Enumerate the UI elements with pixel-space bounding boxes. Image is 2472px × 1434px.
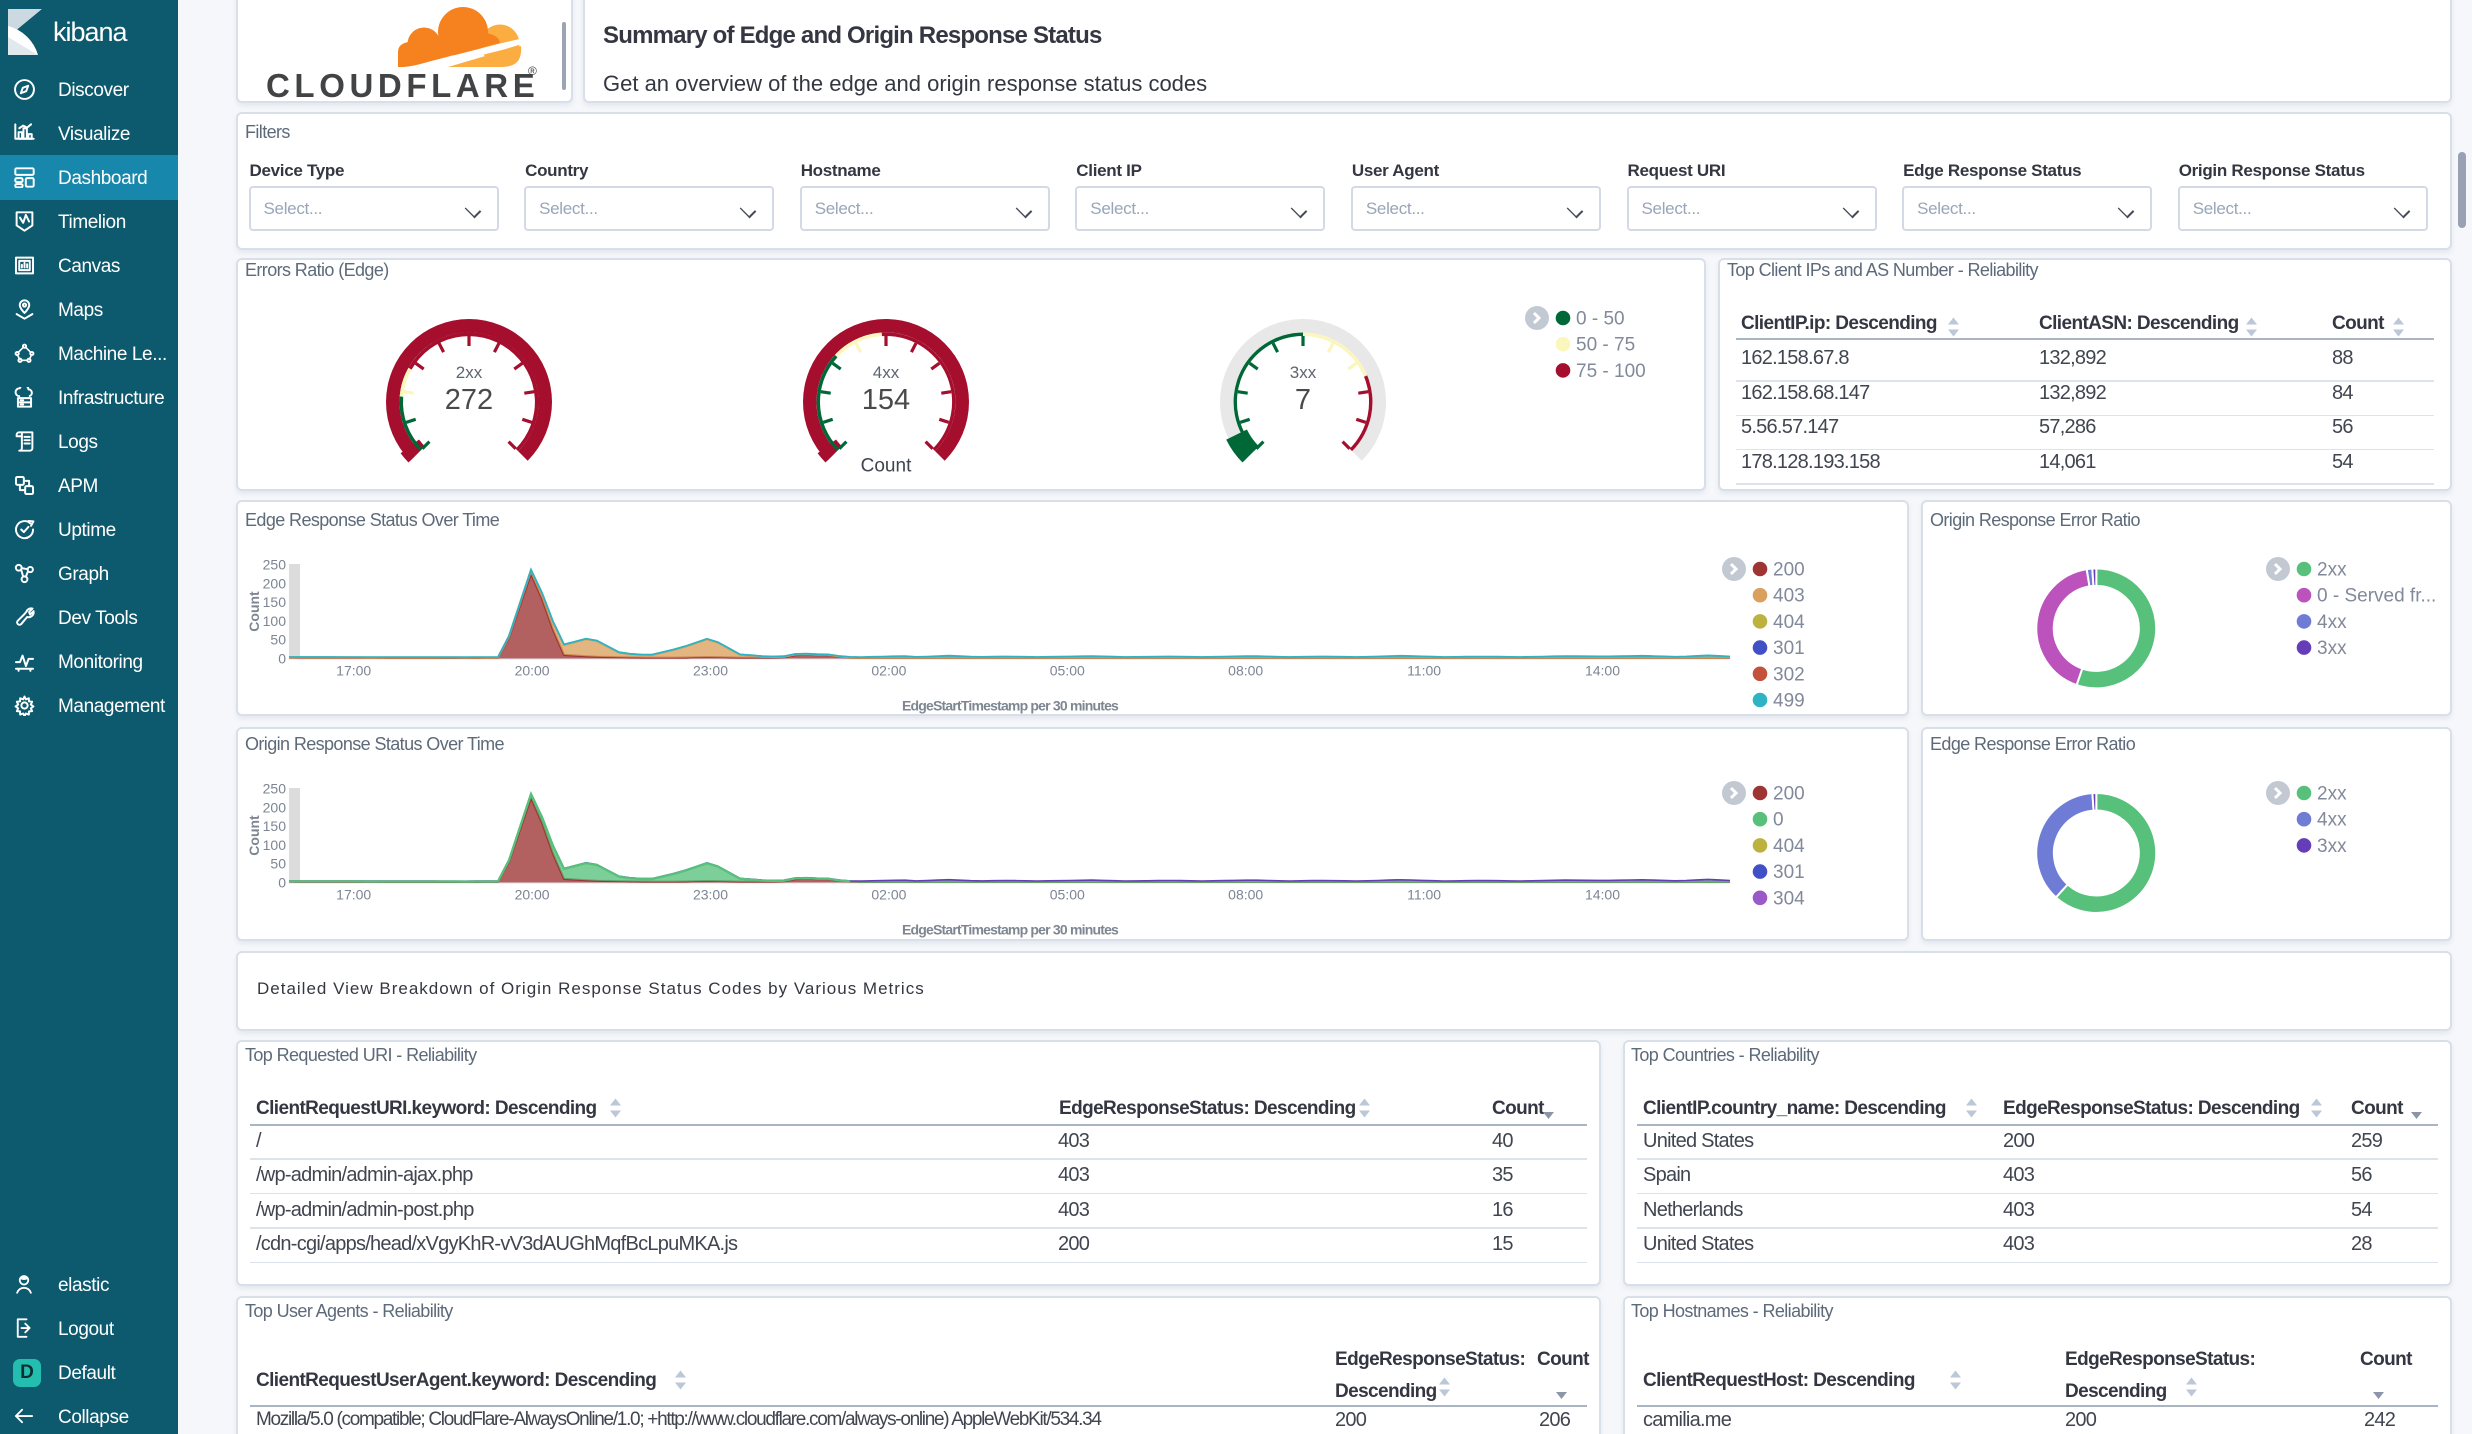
svg-text:14:00: 14:00 — [1585, 663, 1620, 679]
svg-text:302: 302 — [1773, 664, 1805, 685]
svg-text:17:00: 17:00 — [336, 887, 371, 903]
svg-text:17:00: 17:00 — [336, 663, 371, 679]
svg-text:08:00: 08:00 — [1228, 887, 1263, 903]
svg-text:200: 200 — [1773, 784, 1805, 805]
svg-text:304: 304 — [1773, 888, 1805, 909]
svg-text:Count: Count — [246, 815, 262, 856]
svg-text:0 - Served fr...: 0 - Served fr... — [2317, 586, 2436, 607]
svg-text:301: 301 — [1773, 638, 1805, 659]
svg-text:14:00: 14:00 — [1585, 887, 1620, 903]
svg-text:250: 250 — [263, 781, 287, 797]
svg-text:EdgeStartTimestamp per 30 minu: EdgeStartTimestamp per 30 minutes — [902, 922, 1119, 938]
svg-text:200: 200 — [1773, 560, 1805, 581]
svg-text:7: 7 — [1295, 384, 1311, 416]
svg-text:3xx: 3xx — [2317, 638, 2347, 659]
svg-text:11:00: 11:00 — [1407, 887, 1441, 903]
svg-text:20:00: 20:00 — [515, 663, 550, 679]
svg-text:150: 150 — [263, 594, 287, 610]
svg-text:Count: Count — [246, 591, 262, 632]
svg-text:150: 150 — [263, 818, 287, 834]
svg-text:404: 404 — [1773, 836, 1805, 857]
svg-text:200: 200 — [263, 799, 287, 815]
svg-text:4xx: 4xx — [873, 363, 900, 382]
svg-text:23:00: 23:00 — [693, 663, 728, 679]
svg-text:3xx: 3xx — [2317, 836, 2347, 857]
svg-text:403: 403 — [1773, 586, 1805, 607]
svg-text:3xx: 3xx — [1290, 363, 1317, 382]
svg-text:0: 0 — [278, 651, 286, 667]
svg-text:11:00: 11:00 — [1407, 663, 1441, 679]
svg-text:4xx: 4xx — [2317, 612, 2347, 633]
svg-text:50: 50 — [270, 632, 286, 648]
svg-text:05:00: 05:00 — [1050, 887, 1085, 903]
svg-text:0: 0 — [1773, 810, 1784, 831]
svg-text:272: 272 — [445, 384, 493, 416]
svg-text:®: ® — [528, 64, 537, 78]
svg-text:0 - 50: 0 - 50 — [1576, 309, 1625, 330]
svg-text:75 - 100: 75 - 100 — [1576, 361, 1646, 382]
svg-text:2xx: 2xx — [2317, 560, 2347, 581]
svg-text:CLOUDFLARE: CLOUDFLARE — [266, 67, 539, 103]
svg-text:404: 404 — [1773, 612, 1805, 633]
svg-text:0: 0 — [278, 875, 286, 891]
svg-text:20:00: 20:00 — [515, 887, 550, 903]
svg-text:02:00: 02:00 — [871, 663, 906, 679]
svg-text:301: 301 — [1773, 862, 1805, 883]
svg-text:2xx: 2xx — [2317, 784, 2347, 805]
svg-text:05:00: 05:00 — [1050, 663, 1085, 679]
svg-text:2xx: 2xx — [456, 363, 483, 382]
svg-text:50: 50 — [270, 856, 286, 872]
svg-text:23:00: 23:00 — [693, 887, 728, 903]
svg-text:4xx: 4xx — [2317, 810, 2347, 831]
svg-text:100: 100 — [263, 613, 287, 629]
svg-text:EdgeStartTimestamp per 30 minu: EdgeStartTimestamp per 30 minutes — [902, 698, 1119, 714]
svg-text:Count: Count — [861, 456, 912, 477]
svg-text:200: 200 — [263, 575, 287, 591]
svg-text:250: 250 — [263, 557, 287, 573]
svg-text:154: 154 — [862, 384, 910, 416]
svg-text:100: 100 — [263, 837, 287, 853]
svg-text:08:00: 08:00 — [1228, 663, 1263, 679]
svg-text:02:00: 02:00 — [871, 887, 906, 903]
svg-text:50 - 75: 50 - 75 — [1576, 335, 1635, 356]
svg-text:499: 499 — [1773, 691, 1805, 712]
